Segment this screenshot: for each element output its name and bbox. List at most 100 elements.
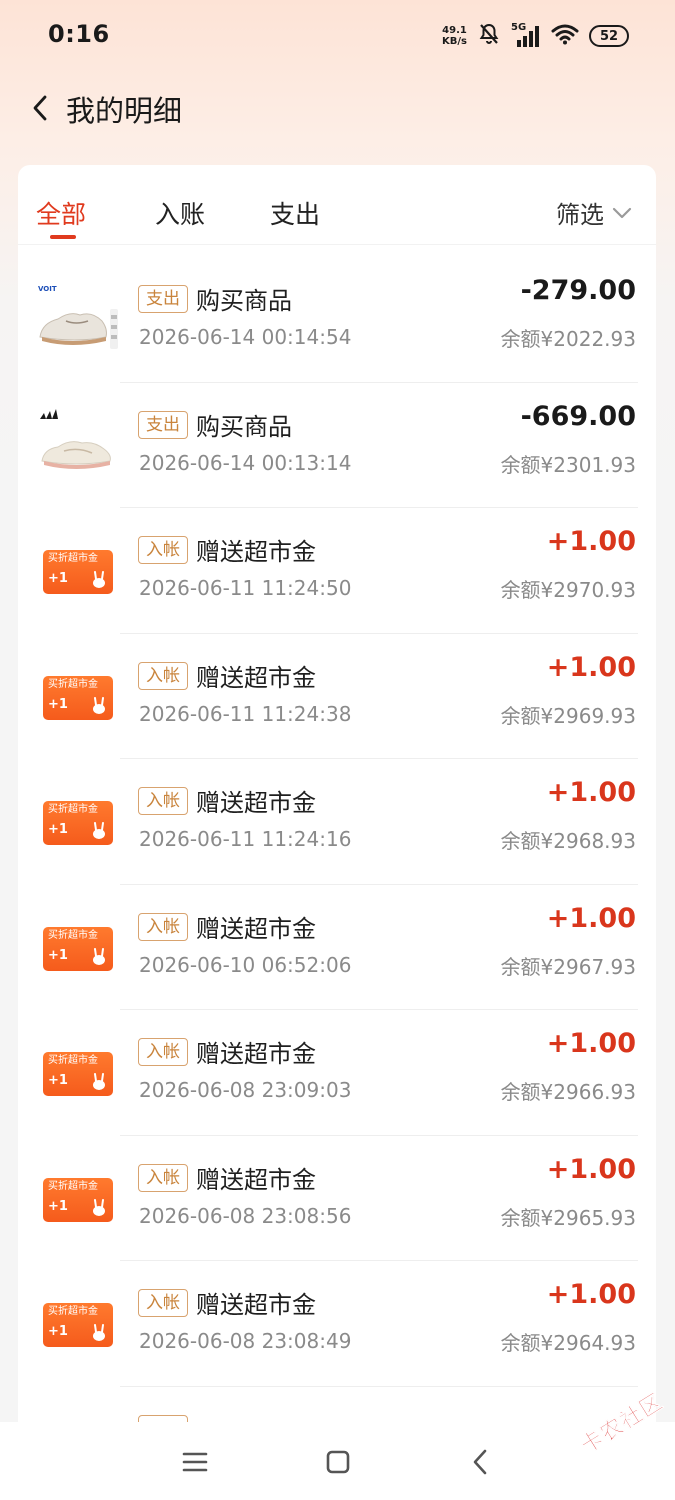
transaction-time: 2026-06-08 23:08:56	[139, 1203, 352, 1228]
shoe-thumbnail-icon	[36, 407, 120, 487]
rabbit-icon	[93, 1198, 105, 1216]
transaction-title: 赠送超市金	[196, 914, 316, 943]
transaction-time: 2026-06-14 00:13:14	[139, 450, 352, 475]
transaction-balance: 余额¥2968.93	[500, 829, 636, 853]
transaction-title: 赠送超市金	[196, 538, 316, 566]
coupon-badge-plus: +1	[48, 1324, 68, 1339]
coupon-badge: 买折超市金 +1	[43, 550, 113, 594]
wifi-icon	[551, 23, 579, 49]
supermarket-coupon-icon: 买折超市金 +1	[36, 909, 120, 989]
transaction-amount: +1.00	[546, 1153, 636, 1185]
transaction-row[interactable]: 买折超市金 +1 入帐 赠送超市金 2026-06-11 11:24:50 +1…	[18, 508, 656, 634]
transaction-balance: 余额¥2964.93	[500, 1331, 636, 1355]
transaction-tag: 入帐	[138, 912, 188, 941]
home-button[interactable]	[320, 1446, 356, 1478]
transaction-amount: +1.00	[546, 651, 636, 683]
filter-button[interactable]: 筛选	[556, 195, 632, 230]
coupon-badge: 买折超市金 +1	[43, 1177, 113, 1222]
transaction-row[interactable]: 买折超市金 +1 入帐 赠送超市金 2026-06-11 11:24:16 +1…	[18, 759, 656, 885]
coupon-badge-title: 买折超市金	[48, 804, 98, 815]
transaction-row[interactable]: VOIT 支出 购买商品 2026-06-14 00:14:54 -279.00…	[18, 257, 656, 383]
rabbit-icon	[93, 571, 105, 588]
transaction-amount: -279.00	[520, 275, 636, 306]
transaction-tag: 入帐	[138, 787, 188, 815]
supermarket-coupon-icon: 买折超市金 +1	[36, 658, 120, 738]
coupon-badge-title: 买折超市金	[48, 929, 98, 941]
transaction-row[interactable]: 买折超市金 +1 入帐 赠送超市金 2026-06-11 11:24:38 +1…	[18, 634, 656, 759]
supermarket-coupon-icon: 买折超市金 +1	[36, 1160, 120, 1240]
coupon-badge-title: 买折超市金	[48, 678, 98, 690]
transaction-amount: -669.00	[520, 400, 636, 432]
supermarket-coupon-icon: 买折超市金 +1	[36, 1285, 120, 1365]
coupon-badge-plus: +1	[48, 1073, 68, 1088]
back-button[interactable]	[22, 90, 58, 126]
rabbit-icon	[93, 1073, 105, 1090]
coupon-badge-title: 买折超市金	[48, 553, 98, 564]
status-bar: 0:16 49.1 KB/s 5G 52	[0, 0, 675, 72]
rabbit-icon	[93, 822, 105, 839]
home-square-icon	[326, 1450, 350, 1474]
supermarket-coupon-icon: 买折超市金 +1	[36, 783, 120, 863]
rabbit-icon	[93, 1324, 105, 1341]
status-icons: 49.1 KB/s 5G 52	[442, 22, 629, 50]
system-back-button[interactable]	[462, 1446, 498, 1478]
transaction-tag: 入帐	[138, 536, 188, 564]
tab-active-indicator	[50, 235, 76, 239]
coupon-badge-plus: +1	[48, 571, 68, 586]
tab-bar: 全部 入账 支出 筛选	[18, 165, 656, 245]
transaction-row[interactable]: 买折超市金 +1 入帐 赠送超市金 2026-06-08 23:08:49 +1…	[18, 1261, 656, 1387]
net-speed: 49.1 KB/s	[442, 25, 467, 47]
filter-label: 筛选	[556, 201, 604, 229]
transaction-row[interactable]: 支出 购买商品 2026-06-14 00:13:14 -669.00 余额¥2…	[18, 383, 656, 508]
transaction-amount: +1.00	[546, 1028, 636, 1059]
transaction-time: 2026-06-08 23:09:03	[139, 1078, 352, 1102]
transaction-list: VOIT 支出 购买商品 2026-06-14 00:14:54 -279.00…	[18, 257, 656, 1465]
shoe-thumbnail-icon: VOIT	[36, 281, 120, 361]
rabbit-icon	[93, 696, 105, 714]
transaction-time: 2026-06-11 11:24:50	[139, 576, 352, 600]
menu-icon	[182, 1452, 208, 1472]
coupon-badge-title: 买折超市金	[48, 1306, 98, 1317]
transaction-tag: 支出	[138, 410, 188, 439]
battery-indicator: 52	[589, 25, 629, 47]
back-triangle-icon	[473, 1449, 487, 1475]
transaction-row[interactable]: 买折超市金 +1 入帐 赠送超市金 2026-06-10 06:52:06 +1…	[18, 885, 656, 1010]
transaction-title: 赠送超市金	[196, 663, 316, 692]
tab-expense[interactable]: 支出	[270, 195, 320, 231]
transaction-time: 2026-06-14 00:14:54	[139, 325, 352, 349]
transaction-time: 2026-06-10 06:52:06	[139, 952, 352, 977]
cellular-signal-icon: 5G	[511, 22, 541, 48]
transaction-title: 购买商品	[196, 412, 292, 441]
transaction-balance: 余额¥2966.93	[500, 1080, 636, 1104]
transaction-amount: +1.00	[546, 526, 636, 557]
coupon-badge-plus: +1	[48, 947, 68, 963]
transaction-title: 赠送超市金	[196, 1040, 316, 1068]
transaction-balance: 余额¥2965.93	[500, 1205, 636, 1230]
menu-button[interactable]	[177, 1446, 213, 1478]
transaction-amount: +1.00	[546, 777, 636, 808]
transaction-title: 赠送超市金	[196, 1291, 316, 1319]
transaction-title: 赠送超市金	[196, 789, 316, 817]
transaction-row[interactable]: 买折超市金 +1 入帐 赠送超市金 2026-06-08 23:08:56 +1…	[18, 1136, 656, 1261]
transaction-tag: 入帐	[138, 1289, 188, 1317]
transaction-title: 赠送超市金	[196, 1165, 316, 1194]
tab-all[interactable]: 全部	[36, 195, 86, 231]
supermarket-coupon-icon: 买折超市金 +1	[36, 1034, 120, 1114]
svg-text:VOIT: VOIT	[38, 285, 57, 293]
transaction-time: 2026-06-11 11:24:16	[139, 827, 352, 851]
tab-income[interactable]: 入账	[155, 195, 205, 231]
transaction-time: 2026-06-11 11:24:38	[139, 701, 352, 726]
transaction-tag: 入帐	[138, 661, 188, 690]
coupon-badge-plus: +1	[48, 822, 68, 837]
transaction-tag: 入帐	[138, 1163, 188, 1192]
transaction-amount: +1.00	[546, 1279, 636, 1310]
mute-bell-icon	[477, 22, 501, 50]
status-time: 0:16	[48, 20, 110, 48]
transaction-balance: 余额¥2970.93	[500, 578, 636, 602]
transaction-balance: 余额¥2022.93	[500, 327, 636, 351]
transaction-tag: 支出	[138, 285, 188, 313]
transaction-balance: 余额¥2967.93	[500, 954, 636, 979]
coupon-badge-title: 买折超市金	[48, 1055, 98, 1066]
page: 0:16 49.1 KB/s 5G 52 我的明细 全部 入账 支出 筛选 VO…	[0, 0, 675, 1500]
transaction-row[interactable]: 买折超市金 +1 入帐 赠送超市金 2026-06-08 23:09:03 +1…	[18, 1010, 656, 1136]
